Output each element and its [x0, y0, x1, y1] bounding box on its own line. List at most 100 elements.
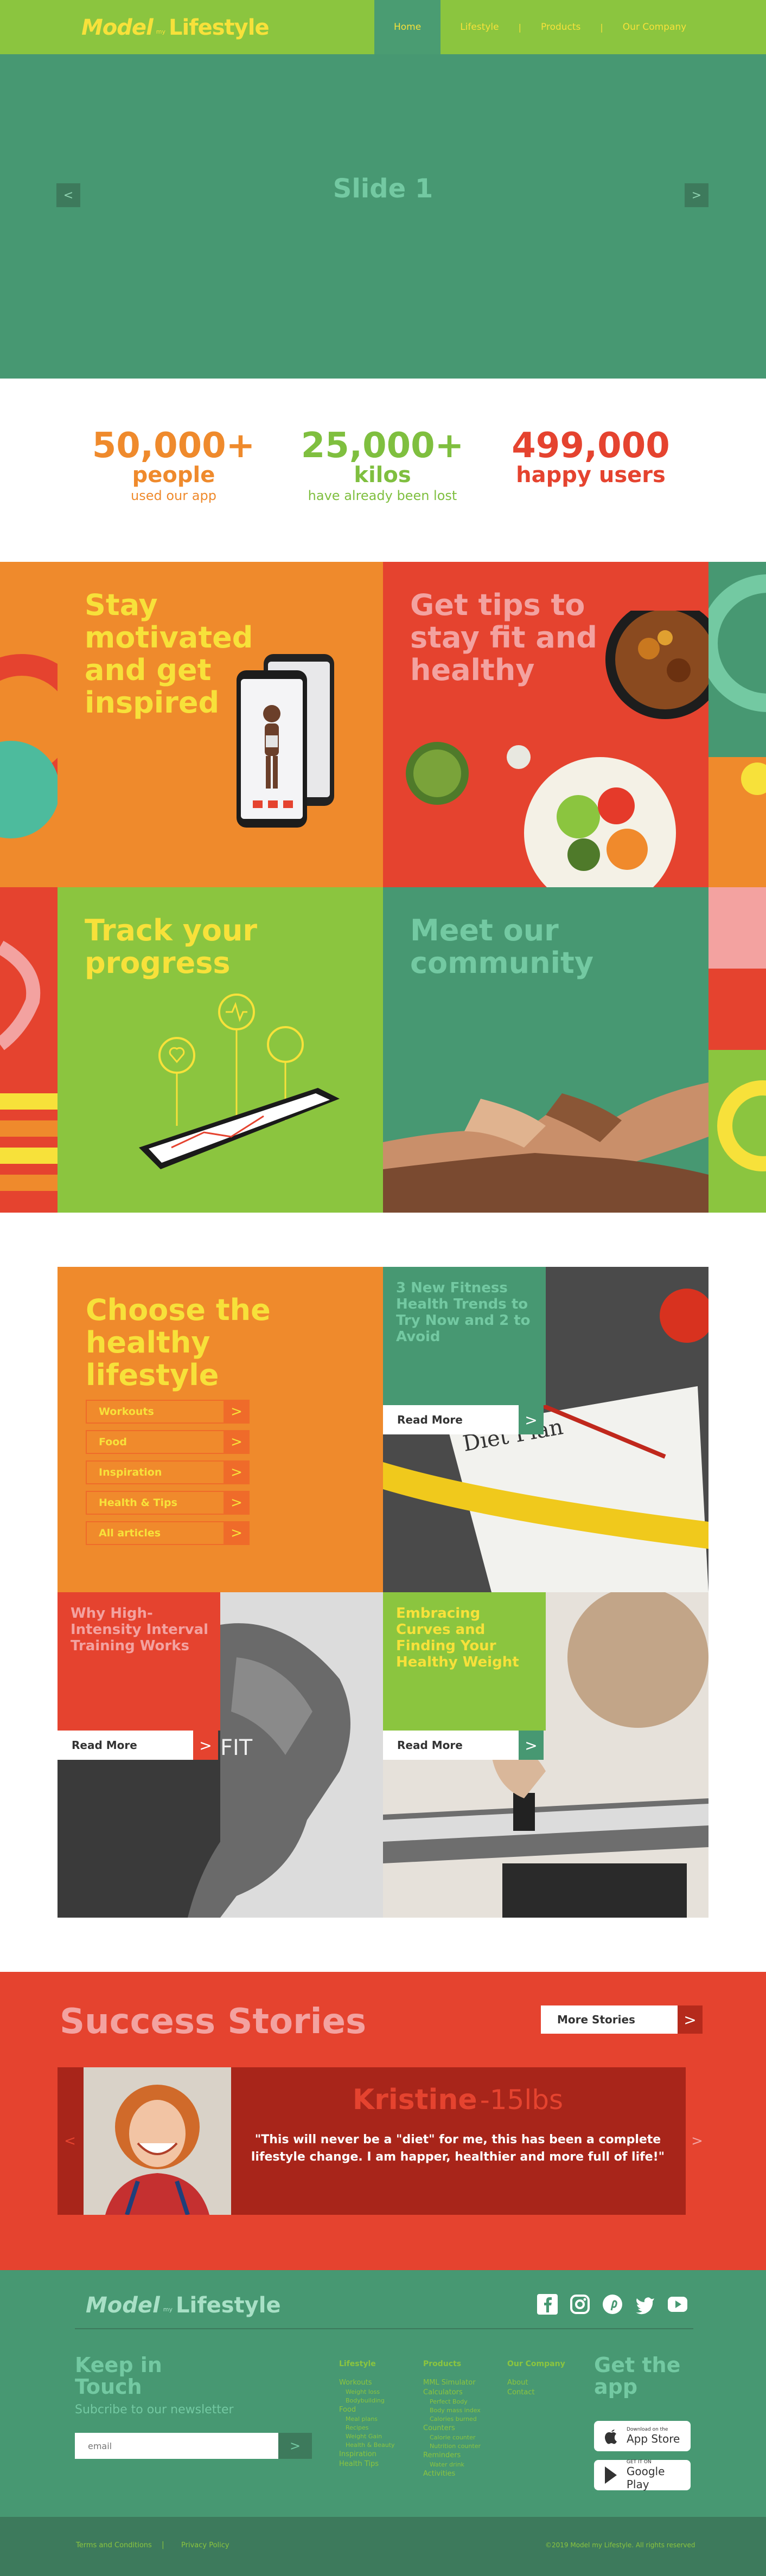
stat-unit: kilos — [354, 463, 411, 488]
terms-link[interactable]: Terms and Conditions — [76, 2541, 152, 2549]
footer-link[interactable]: Workouts — [339, 2379, 372, 2387]
stat-sub: used our app — [131, 488, 216, 503]
footer-link[interactable]: Bodybuilding — [346, 2397, 385, 2404]
slider-next-button[interactable]: > — [685, 183, 708, 207]
footer-logo[interactable]: Model my Lifestyle — [86, 2293, 281, 2318]
story-heading: Kristine -15lbs — [231, 2084, 685, 2116]
decor-shape — [0, 654, 58, 838]
menu-item-label: Food — [99, 1436, 127, 1448]
article-card-fitness-trends[interactable]: Diet Plan 3 New Fitness Health Trends to… — [383, 1267, 708, 1592]
logo[interactable]: Model my Lifestyle — [81, 11, 270, 44]
logo-my: my — [163, 2305, 173, 2313]
footer-link[interactable]: Inspiration — [339, 2450, 376, 2458]
feature-title: Track your progress — [85, 913, 258, 980]
footer-divider — [75, 2328, 693, 2329]
decor-shape — [0, 940, 58, 1191]
decor-right-bottom — [708, 887, 766, 1213]
instagram-icon[interactable] — [570, 2294, 590, 2315]
read-more-button[interactable]: Read More > — [383, 1405, 544, 1434]
story-prev-button[interactable]: < — [58, 2067, 82, 2215]
footer-link[interactable]: About — [507, 2379, 528, 2387]
footer-link[interactable]: Reminders — [423, 2451, 461, 2459]
stat-number: 25,000+ — [301, 426, 464, 466]
menu-item-workouts[interactable]: Workouts > — [86, 1400, 250, 1424]
feature-tile-tips[interactable]: Get tips to stay fit and healthy — [383, 562, 708, 887]
menu-item-food[interactable]: Food > — [86, 1430, 250, 1454]
hands-together-image — [383, 1082, 708, 1213]
footer-link[interactable]: Activities — [423, 2470, 455, 2478]
stat-kilos: 25,000+ kilos have already been lost — [293, 428, 472, 505]
footer-link[interactable]: Nutrition counter — [430, 2443, 481, 2450]
footer-link[interactable]: Perfect Body — [430, 2398, 468, 2405]
google-play-badge[interactable]: GET IT ON Google Play — [594, 2459, 691, 2491]
article-card-curves[interactable]: Embracing Curves and Finding Your Health… — [383, 1592, 708, 1918]
footer-col-company-head[interactable]: Our Company — [507, 2360, 565, 2368]
card-title-box: 3 New Fitness Health Trends to Try Now a… — [383, 1267, 546, 1405]
footer-link[interactable]: Weight Gain — [346, 2433, 382, 2440]
site-header: Model my Lifestyle Home Lifestyle | Prod… — [0, 0, 766, 54]
read-more-button[interactable]: Read More > — [383, 1731, 544, 1760]
menu-item-label: Inspiration — [99, 1466, 162, 1478]
footer-link[interactable]: Calculators — [423, 2388, 463, 2396]
more-stories-button[interactable]: More Stories > — [541, 2005, 703, 2034]
footer-link[interactable]: Counters — [423, 2424, 455, 2432]
nav-lifestyle[interactable]: Lifestyle — [441, 0, 518, 54]
pinterest-icon[interactable] — [602, 2294, 623, 2315]
nav-products[interactable]: Products — [521, 0, 600, 54]
footer-separator: | — [162, 2541, 164, 2549]
youtube-icon[interactable] — [667, 2294, 688, 2315]
stat-sub: have already been lost — [308, 488, 457, 503]
story-quote: "This will never be a "diet" for me, thi… — [251, 2133, 665, 2164]
chevron-right-icon: > — [224, 1460, 248, 1484]
footer-link[interactable]: Meal plans — [346, 2415, 378, 2423]
nav-our-company[interactable]: Our Company — [603, 0, 706, 54]
feature-tile-community[interactable]: Meet our community — [383, 887, 708, 1213]
decor-shape — [708, 887, 766, 1213]
chevron-right-icon: > — [224, 1400, 248, 1424]
footer-link[interactable]: Recipes — [346, 2424, 369, 2431]
menu-item-all-articles[interactable]: All articles > — [86, 1521, 250, 1545]
footer-link[interactable]: MML Simulator — [423, 2379, 476, 2387]
story-next-button[interactable]: > — [684, 2067, 708, 2215]
twitter-icon[interactable] — [635, 2294, 655, 2315]
facebook-icon[interactable] — [537, 2294, 558, 2315]
email-input[interactable] — [75, 2433, 278, 2459]
privacy-link[interactable]: Privacy Policy — [181, 2541, 229, 2549]
footer-link[interactable]: Health & Beauty — [346, 2442, 395, 2449]
logo-lifestyle: Lifestyle — [176, 2293, 281, 2318]
footer-link[interactable]: Health Tips — [339, 2460, 379, 2468]
footer-col-lifestyle-head[interactable]: Lifestyle — [339, 2360, 376, 2368]
logo-model: Model — [81, 15, 154, 40]
feature-tile-motivated[interactable]: Stay motivated and get inspired — [58, 562, 383, 887]
read-more-label: Read More — [383, 1405, 519, 1434]
menu-item-health-tips[interactable]: Health & Tips > — [86, 1491, 250, 1515]
decor-right-top — [708, 562, 766, 887]
story-name: Kristine — [352, 2084, 477, 2116]
card-title: 3 New Fitness Health Trends to Try Now a… — [396, 1280, 531, 1345]
logo-model: Model — [86, 2293, 160, 2318]
app-store-big: App Store — [627, 2432, 680, 2445]
footer-link[interactable]: Body mass index — [430, 2407, 481, 2414]
read-more-button[interactable]: Read More > — [58, 1731, 218, 1760]
features-section: Stay motivated and get inspired Get tips… — [0, 562, 766, 1213]
newsletter-submit-button[interactable]: > — [278, 2433, 312, 2459]
logo-lifestyle: Lifestyle — [169, 15, 270, 40]
app-store-badge[interactable]: Download on the App Store — [594, 2421, 691, 2451]
footer-link[interactable]: Contact — [507, 2388, 535, 2396]
logo-my: my — [156, 28, 165, 35]
feature-tile-progress[interactable]: Track your progress — [58, 887, 383, 1213]
card-title: Embracing Curves and Finding Your Health… — [396, 1605, 519, 1670]
menu-item-inspiration[interactable]: Inspiration > — [86, 1460, 250, 1484]
nav-home[interactable]: Home — [374, 0, 441, 54]
footer-link[interactable]: Weight loss — [346, 2388, 380, 2395]
card-title: Why High-Intensity Interval Training Wor… — [71, 1605, 209, 1654]
chevron-right-icon: > — [678, 2005, 703, 2034]
footer-link[interactable]: Calorie counter — [430, 2434, 475, 2441]
footer-link[interactable]: Water drink — [430, 2461, 464, 2468]
chevron-right-icon: > — [519, 1731, 544, 1760]
article-card-hiit[interactable]: FIT Why High-Intensity Interval Training… — [58, 1592, 383, 1918]
site-footer: Model my Lifestyle Keep in Touch Subcrib… — [0, 2270, 766, 2517]
footer-link[interactable]: Food — [339, 2406, 356, 2414]
footer-link[interactable]: Calories burned — [430, 2415, 477, 2423]
footer-col-products-head[interactable]: Products — [423, 2360, 461, 2368]
